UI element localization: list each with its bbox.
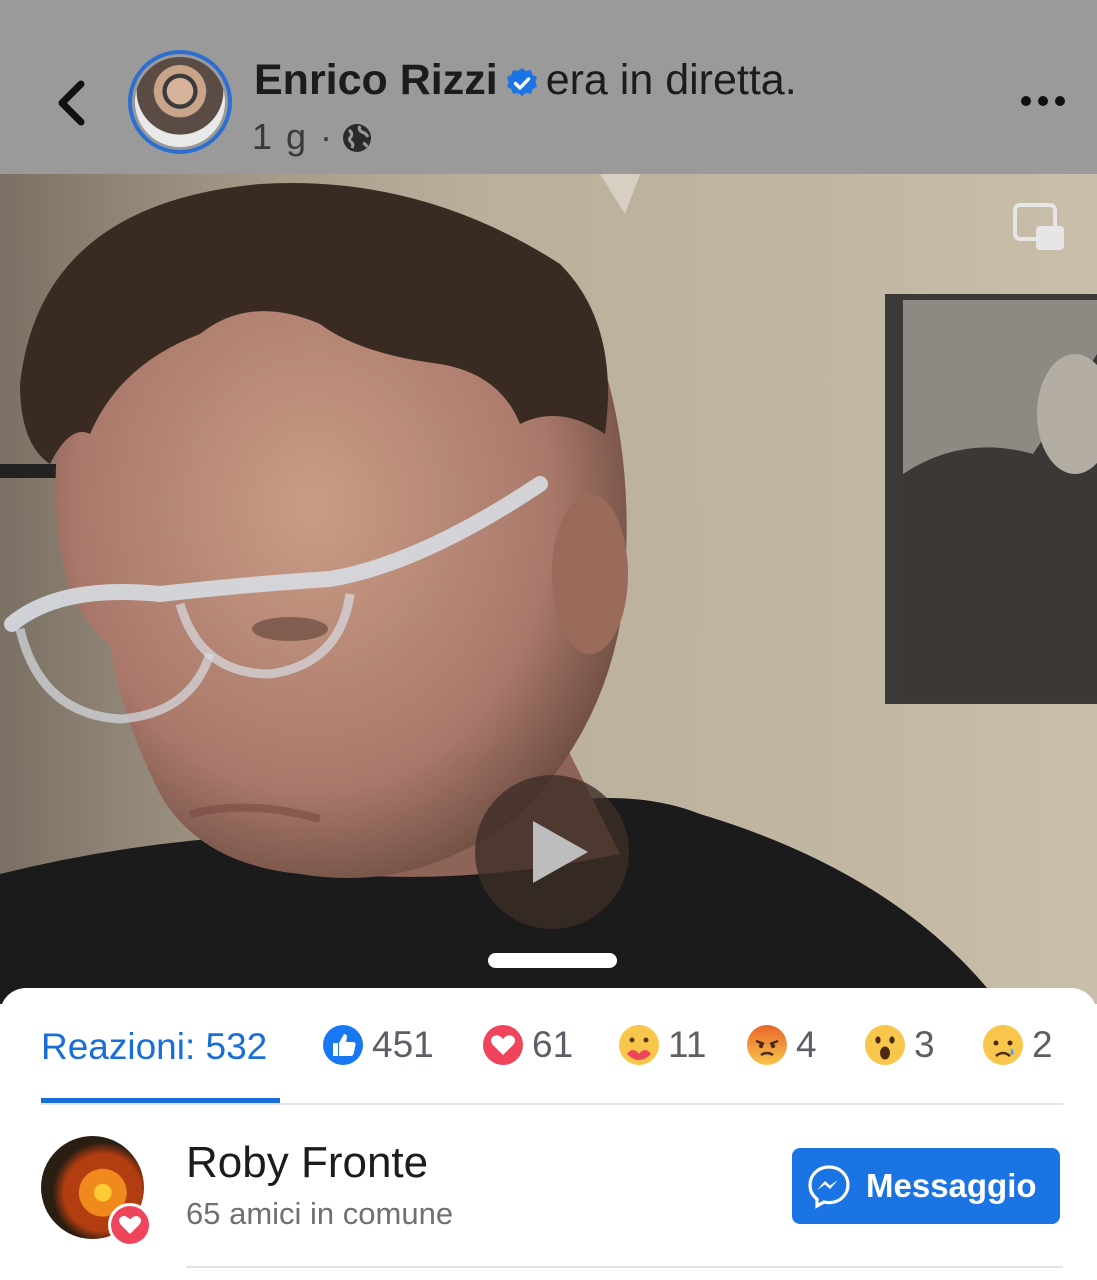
- reaction-tabs: Reazioni: 532 451 61 11 4 3 2: [0, 1010, 1097, 1105]
- reactions-sheet: Reazioni: 532 451 61 11 4 3 2 Roby Front…: [0, 988, 1097, 1280]
- tab-care[interactable]: 11: [618, 1020, 706, 1070]
- mutual-friends: 65 amici in comune: [186, 1196, 454, 1231]
- tab-sad[interactable]: 2: [982, 1020, 1053, 1070]
- verified-badge-icon: [506, 68, 537, 96]
- tab-like[interactable]: 451: [322, 1020, 434, 1070]
- sad-count: 2: [1032, 1024, 1053, 1065]
- love-badge-bg: [111, 1206, 149, 1244]
- author-name[interactable]: Enrico Rizzi: [254, 56, 498, 104]
- wow-icon: [865, 1025, 905, 1065]
- globe-icon: [343, 124, 372, 152]
- like-count: 451: [372, 1024, 434, 1065]
- love-icon: [483, 1025, 523, 1065]
- chevron-left-icon: [58, 80, 85, 126]
- author-line: Enrico Rizzi era in diretta.: [254, 56, 797, 105]
- wow-count: 3: [914, 1024, 935, 1065]
- person-name[interactable]: Roby Fronte: [186, 1138, 428, 1188]
- care-count: 11: [668, 1024, 707, 1065]
- play-icon: [533, 821, 588, 883]
- list-item[interactable]: Roby Fronte 65 amici in comune Messaggio: [0, 1128, 1097, 1280]
- messenger-icon: [808, 1165, 850, 1209]
- video-player[interactable]: [0, 174, 1097, 1004]
- tab-angry[interactable]: 4: [746, 1020, 817, 1070]
- more-options-button[interactable]: [1020, 88, 1066, 114]
- sad-icon: [983, 1025, 1023, 1065]
- live-status-text: era in diretta.: [545, 56, 797, 104]
- picture-in-picture-icon: [1013, 203, 1064, 250]
- pip-button[interactable]: [1012, 202, 1066, 254]
- love-icon: [119, 1215, 141, 1234]
- sheet-drag-handle[interactable]: [488, 953, 617, 968]
- author-avatar-image: [132, 54, 228, 150]
- tab-love[interactable]: 61: [482, 1020, 573, 1070]
- tab-divider: [41, 1103, 1063, 1105]
- play-button[interactable]: [475, 775, 629, 929]
- tab-all-reactions[interactable]: Reazioni: 532: [41, 1026, 267, 1068]
- care-icon: [619, 1025, 659, 1065]
- time-ago: 1 g ·: [252, 116, 335, 157]
- message-button-label: Messaggio: [866, 1167, 1037, 1204]
- back-button[interactable]: [48, 72, 98, 132]
- angry-icon: [747, 1025, 787, 1065]
- post-meta: 1 g ·: [252, 116, 374, 158]
- author-avatar[interactable]: [128, 50, 232, 154]
- reaction-badge: [108, 1203, 152, 1247]
- tab-wow[interactable]: 3: [864, 1020, 935, 1070]
- more-dots-icon: [1021, 96, 1065, 106]
- post-header: Enrico Rizzi era in diretta. 1 g ·: [0, 0, 1097, 174]
- love-count: 61: [532, 1024, 574, 1065]
- message-button[interactable]: Messaggio: [792, 1148, 1060, 1224]
- row-divider: [186, 1266, 1063, 1268]
- like-icon: [323, 1025, 363, 1065]
- angry-count: 4: [796, 1024, 817, 1065]
